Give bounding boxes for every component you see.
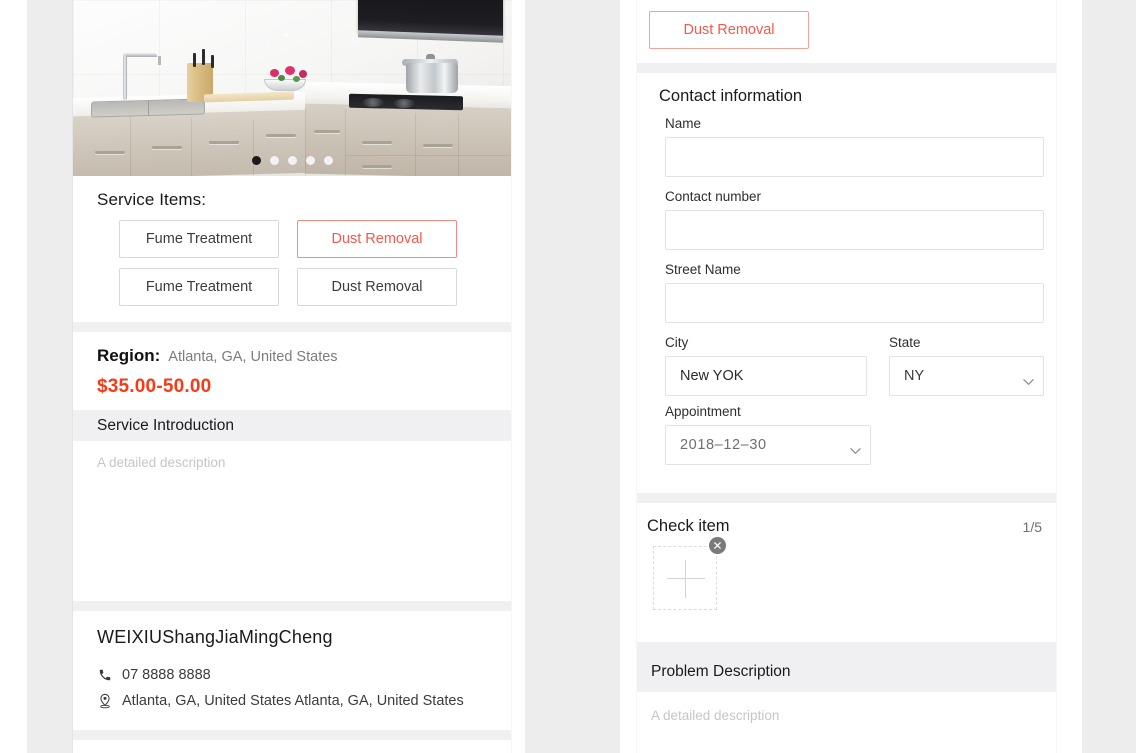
selected-service-wrap: Dust Removal [637, 0, 1056, 63]
carousel-dot-5[interactable] [323, 156, 333, 165]
state-select[interactable]: NY [889, 356, 1044, 396]
close-circle-icon [714, 542, 721, 549]
left-outer-strip [0, 0, 27, 753]
chevron-down-icon [850, 442, 861, 454]
service-introduction-placeholder: A detailed description [97, 455, 226, 470]
price-value: $35.00-50.00 [97, 376, 212, 397]
service-items-title: Service Items: [97, 190, 207, 209]
state-label: State [889, 335, 921, 350]
kitchen-photo [73, 0, 511, 176]
city-state-row: City State NY [649, 327, 1044, 396]
carousel-dot-3[interactable] [287, 156, 297, 165]
street-name-label: Street Name [665, 262, 741, 277]
state-field-group: State NY [889, 335, 1044, 396]
location-pin-icon [97, 693, 112, 709]
service-chip-dust-removal-2[interactable]: Dust Removal [297, 268, 457, 306]
service-chip-dust-removal-selected[interactable]: Dust Removal [297, 220, 457, 258]
service-chip-fume-treatment-2[interactable]: Fume Treatment [119, 268, 279, 306]
carousel-dot-1[interactable] [251, 156, 261, 165]
mid-strip-b [620, 0, 637, 753]
remove-photo-button[interactable] [709, 537, 726, 554]
phone-icon [97, 668, 112, 682]
check-item-upload-wrap [653, 537, 726, 610]
region-row: Region: Atlanta, GA, United States [97, 332, 487, 366]
merchant-phone-row[interactable]: 07 8888 8888 [97, 662, 487, 688]
carousel-dot-2[interactable] [269, 156, 279, 165]
appointment-field-group: Appointment 2018–12–30 [665, 404, 871, 465]
name-input[interactable] [665, 137, 1044, 177]
merchant-phone: 07 8888 8888 [122, 667, 211, 683]
mid-strip-a [511, 0, 525, 753]
service-introduction-heading: Service Introduction [73, 410, 511, 441]
city-field-group: City [665, 335, 868, 396]
contact-information-title: Contact information [659, 87, 803, 105]
appointment-label: Appointment [665, 404, 741, 419]
problem-description-body[interactable] [637, 723, 1056, 753]
merchant-name: WEIXIUShangJiaMingCheng [97, 627, 333, 647]
region-value: Atlanta, GA, United States [168, 349, 338, 365]
divider-band-check-item [637, 493, 1056, 503]
service-detail-panel: Service Items: Fume Treatment Dust Remov… [73, 0, 511, 753]
carousel-dots[interactable] [73, 156, 511, 165]
service-introduction-body [73, 470, 511, 601]
image-carousel[interactable] [73, 0, 511, 176]
appointment-select-value: 2018–12–30 [680, 437, 767, 453]
street-name-input[interactable] [665, 283, 1044, 323]
right-outer-strip [1056, 0, 1082, 753]
chevron-down-icon [1023, 373, 1034, 385]
problem-description-heading: Problem Description [637, 652, 1056, 692]
carousel-dot-4[interactable] [305, 156, 315, 165]
add-photo-button[interactable] [653, 546, 717, 610]
merchant-card: WEIXIUShangJiaMingCheng 07 8888 8888 Atl… [73, 611, 511, 730]
check-item-header: Check item 1/5 [637, 503, 1056, 546]
region-price-section: Region: Atlanta, GA, United States $35.0… [73, 332, 511, 410]
review-row: AKLON 2017–09–27 [73, 740, 511, 753]
check-item-title: Check item [647, 517, 730, 535]
service-chip-fume-treatment-1[interactable]: Fume Treatment [119, 220, 279, 258]
merchant-address: Atlanta, GA, United States Atlanta, GA, … [122, 693, 464, 709]
order-form-panel: Dust Removal Contact information Name Co… [637, 0, 1056, 753]
contact-number-field-group: Contact number [649, 181, 1044, 254]
contact-information-section: Contact information Name Contact number … [637, 73, 1056, 493]
service-items-section: Service Items: Fume Treatment Dust Remov… [73, 176, 511, 322]
app-root: Service Items: Fume Treatment Dust Remov… [0, 0, 1136, 753]
appointment-row: Appointment 2018–12–30 [649, 396, 1044, 465]
divider-band-problem [637, 642, 1056, 652]
street-name-field-group: Street Name [649, 254, 1044, 327]
divider-band-merchant [73, 601, 511, 611]
problem-description-placeholder: A detailed description [651, 708, 780, 723]
city-input[interactable] [665, 356, 868, 396]
name-label: Name [665, 116, 702, 131]
merchant-address-row[interactable]: Atlanta, GA, United States Atlanta, GA, … [97, 688, 487, 714]
check-item-count: 1/5 [1022, 518, 1042, 535]
service-chip-dust-removal-top[interactable]: Dust Removal [649, 11, 809, 49]
contact-number-input[interactable] [665, 210, 1044, 250]
service-items-chip-grid: Fume Treatment Dust Removal Fume Treatme… [97, 220, 487, 322]
divider-band-contact [637, 63, 1056, 73]
name-field-group: Name [649, 116, 1044, 181]
contact-number-label: Contact number [665, 189, 762, 204]
region-label: Region: [97, 346, 161, 365]
divider-band-review [73, 730, 511, 740]
divider-band-region [73, 322, 511, 332]
check-item-section: Check item 1/5 [637, 503, 1056, 642]
appointment-select[interactable]: 2018–12–30 [665, 425, 871, 465]
state-select-value: NY [904, 368, 925, 384]
steel-pot [405, 63, 458, 94]
city-label: City [665, 335, 689, 350]
plus-icon [667, 578, 705, 579]
